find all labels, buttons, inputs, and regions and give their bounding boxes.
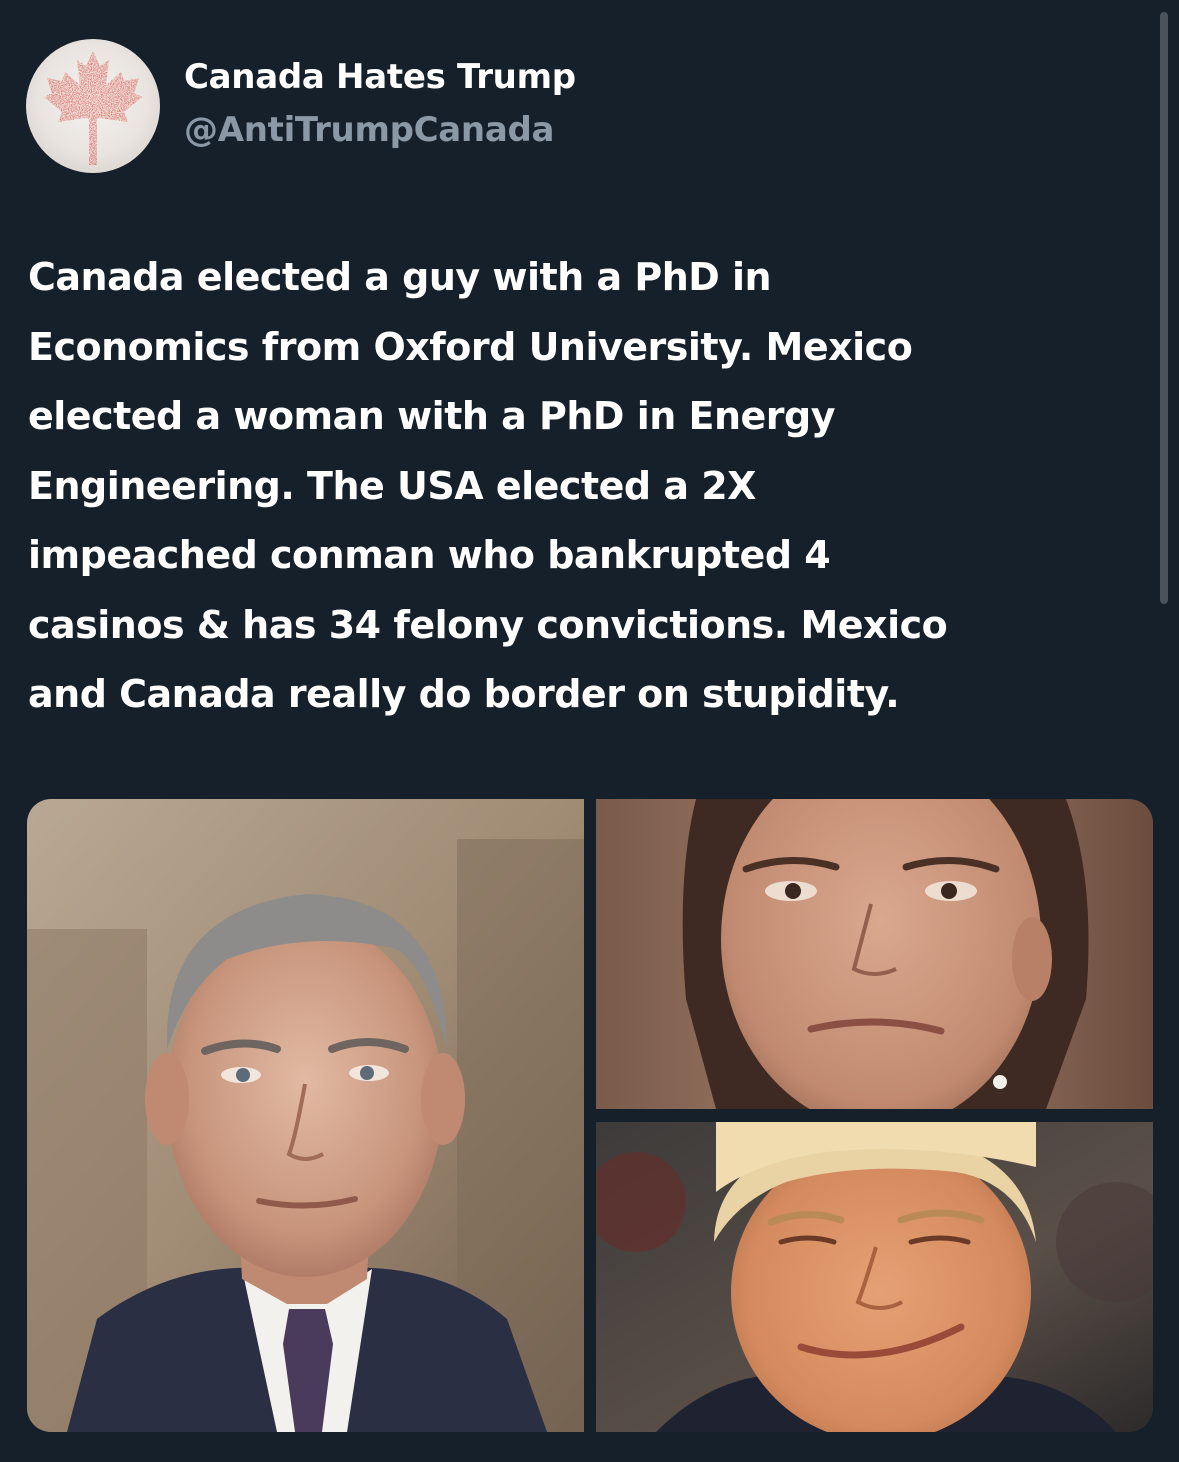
tweet-text: Canada elected a guy with a PhD in Econo… bbox=[28, 255, 948, 716]
photo-man-blond-hair-smirk[interactable] bbox=[596, 1122, 1153, 1432]
avatar[interactable] bbox=[26, 39, 160, 173]
author-handle[interactable]: @AntiTrumpCanada bbox=[184, 108, 554, 152]
media-grid bbox=[27, 799, 1153, 1432]
photo-woman-close-up[interactable] bbox=[596, 799, 1153, 1109]
photo-man-grey-hair-suit[interactable] bbox=[27, 799, 584, 1432]
author-display-name[interactable]: Canada Hates Trump bbox=[184, 55, 576, 99]
scrollbar[interactable] bbox=[1160, 12, 1168, 604]
maple-leaf-icon bbox=[44, 51, 142, 165]
